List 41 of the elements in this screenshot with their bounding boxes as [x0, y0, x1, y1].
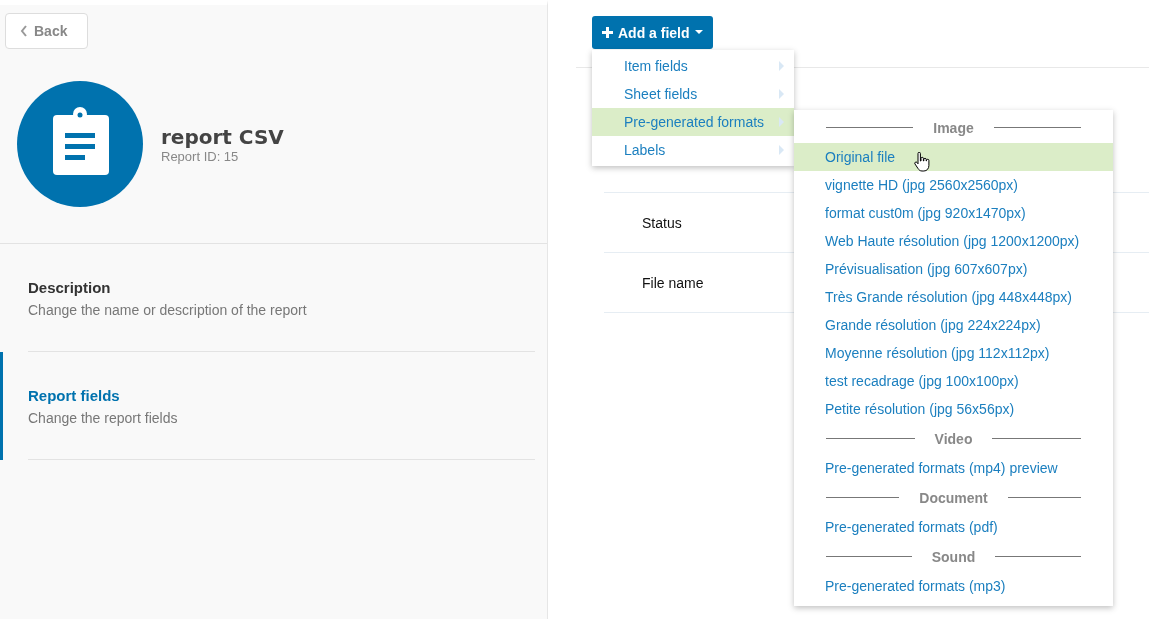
clipboard-icon — [17, 81, 143, 207]
plus-icon — [602, 27, 613, 38]
caret-icon — [694, 30, 703, 35]
submenu-arrow-icon — [779, 145, 784, 155]
menu-item[interactable]: Moyenne résolution (jpg 112x112px) — [794, 339, 1113, 367]
menu-item[interactable]: Pre-generated formats (mp3) — [794, 572, 1113, 600]
menu-item[interactable]: Pre-generated formats (pdf) — [794, 513, 1113, 541]
menu-item[interactable]: Grande résolution (jpg 224x224px) — [794, 311, 1113, 339]
add-field-button[interactable]: Add a field — [592, 16, 713, 49]
settings-section[interactable]: Description Change the name or description of the report — [0, 244, 547, 352]
group-heading: Sound — [931, 548, 976, 565]
submenu-arrow-icon — [779, 61, 784, 71]
menu-item[interactable]: Original file — [794, 143, 1113, 171]
back-button[interactable]: Back — [5, 13, 89, 49]
report-title: report CSV — [161, 124, 284, 149]
report-id: Report ID: 15 — [161, 148, 240, 164]
menu-item[interactable]: Item fields — [592, 52, 794, 80]
menu-item[interactable]: Pre-generated formats (mp4) preview — [794, 454, 1113, 482]
menu-item[interactable]: test recadrage (jpg 100x100px) — [794, 367, 1113, 395]
hand-cursor-icon — [914, 152, 930, 172]
section-title: Report fields — [28, 386, 121, 404]
menu-item[interactable]: Sheet fields — [592, 80, 794, 108]
chevron-left-icon — [20, 25, 28, 37]
section-title: Description — [28, 278, 112, 296]
menu-item[interactable]: format cust0m (jpg 920x1470px) — [794, 199, 1113, 227]
menu-item[interactable]: vignette HD (jpg 2560x2560px) — [794, 171, 1113, 199]
menu-item[interactable]: Labels — [592, 136, 794, 164]
section-description: Change the report fields — [28, 409, 179, 426]
submenu-arrow-icon — [779, 117, 784, 127]
menu-item[interactable]: Petite résolution (jpg 56x56px) — [794, 395, 1113, 423]
group-heading: Video — [934, 430, 973, 447]
menu-item[interactable]: Pre-generated formats — [592, 108, 794, 136]
section-description: Change the name or description of the report — [28, 301, 308, 318]
menu-item[interactable]: Très Grande résolution (jpg 448x448px) — [794, 283, 1113, 311]
menu-item[interactable]: Prévisualisation (jpg 607x607px) — [794, 255, 1113, 283]
group-heading: Image — [933, 119, 974, 136]
submenu-arrow-icon — [779, 89, 784, 99]
menu-item[interactable]: Web Haute résolution (jpg 1200x1200px) — [794, 227, 1113, 255]
group-heading: Document — [919, 489, 988, 506]
field-name: Status — [642, 214, 682, 231]
field-name: File name — [642, 274, 704, 291]
